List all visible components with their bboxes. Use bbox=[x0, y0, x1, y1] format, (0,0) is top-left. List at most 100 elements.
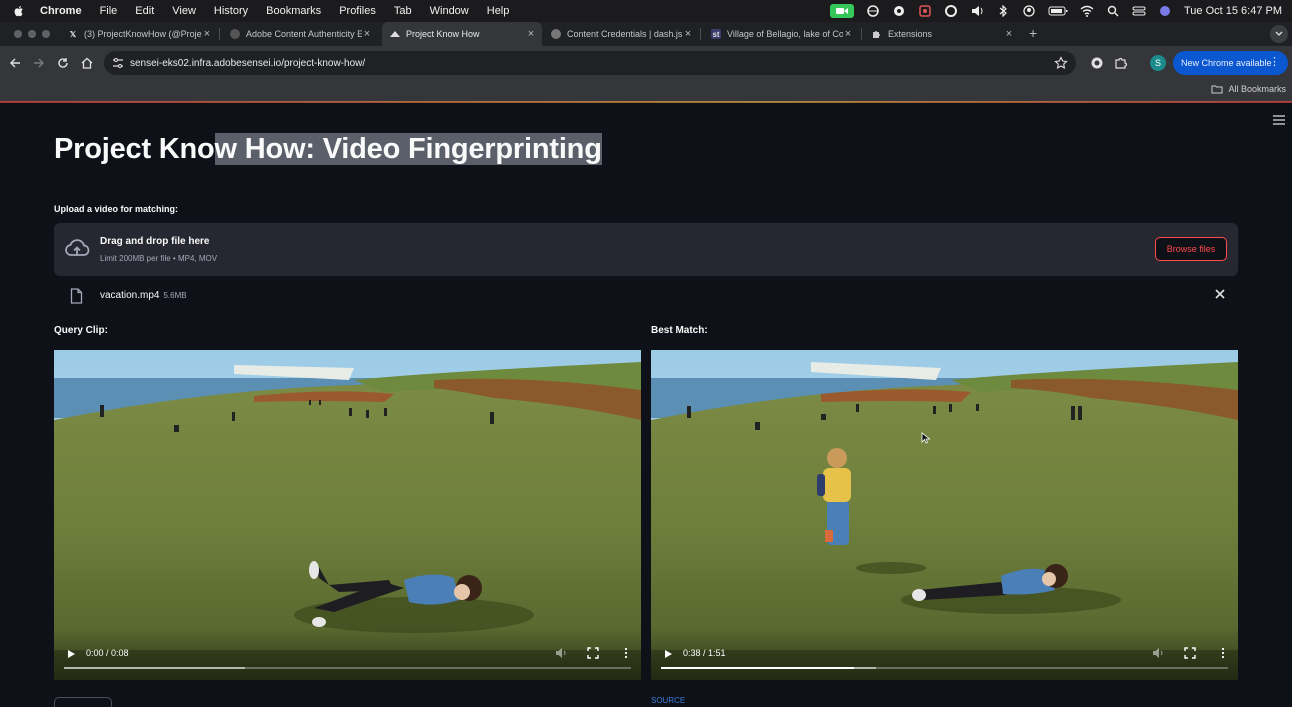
menu-help[interactable]: Help bbox=[487, 5, 510, 17]
facetime-camera-icon[interactable] bbox=[829, 4, 854, 18]
control-center-icon[interactable] bbox=[1132, 5, 1146, 17]
window-close-button[interactable] bbox=[14, 30, 22, 38]
partially-visible-button[interactable] bbox=[54, 697, 112, 707]
source-link[interactable]: SOURCE bbox=[651, 696, 685, 705]
fullscreen-icon[interactable] bbox=[1184, 647, 1196, 659]
menu-profiles[interactable]: Profiles bbox=[339, 5, 376, 17]
more-options-icon[interactable] bbox=[1220, 647, 1226, 659]
tab-title: Extensions bbox=[888, 29, 933, 39]
more-options-icon[interactable] bbox=[623, 647, 629, 659]
user-account-icon[interactable] bbox=[1022, 5, 1036, 17]
mouse-cursor-icon bbox=[921, 432, 931, 444]
menu-window[interactable]: Window bbox=[430, 5, 469, 17]
tab-close-icon[interactable]: × bbox=[683, 28, 693, 40]
volume-muted-icon[interactable] bbox=[555, 647, 567, 659]
forward-arrow-icon[interactable] bbox=[32, 56, 46, 70]
tab-close-icon[interactable]: × bbox=[202, 28, 212, 40]
menu-tab[interactable]: Tab bbox=[394, 5, 412, 17]
remove-file-close-icon[interactable] bbox=[1214, 288, 1226, 300]
status-globe-icon[interactable] bbox=[866, 5, 880, 17]
file-document-icon bbox=[70, 288, 83, 304]
menu-history[interactable]: History bbox=[214, 5, 248, 17]
best-match-label: Best Match: bbox=[651, 325, 708, 336]
uploaded-file-name: vacation.mp4 5.6MB bbox=[100, 290, 187, 301]
query-video-buffered bbox=[64, 667, 246, 669]
menubar-status-area: Tue Oct 15 6:47 PM bbox=[829, 0, 1282, 22]
tab-project-know-how[interactable]: Project Know How × bbox=[382, 22, 542, 46]
profile-avatar[interactable]: S bbox=[1150, 55, 1166, 71]
extension-g-icon[interactable] bbox=[1090, 56, 1104, 70]
window-minimize-button[interactable] bbox=[28, 30, 36, 38]
window-zoom-button[interactable] bbox=[42, 30, 50, 38]
best-match-video-progress-track[interactable] bbox=[661, 667, 1228, 669]
adobe-icon bbox=[230, 29, 240, 39]
status-grammarly-icon[interactable] bbox=[892, 5, 906, 17]
battery-icon[interactable] bbox=[1048, 5, 1068, 17]
all-bookmarks-label: All Bookmarks bbox=[1228, 84, 1286, 94]
tab-projectknowhow-x[interactable]: 𝕏 (3) ProjectKnowHow (@Proje × bbox=[60, 22, 218, 46]
tab-close-icon[interactable]: × bbox=[362, 28, 372, 40]
new-tab-plus-icon[interactable]: + bbox=[1029, 25, 1037, 41]
address-url[interactable]: sensei-eks02.infra.adobesensei.io/projec… bbox=[130, 58, 365, 69]
play-icon[interactable] bbox=[66, 649, 76, 659]
menu-file[interactable]: File bbox=[100, 5, 118, 17]
browse-files-button[interactable]: Browse files bbox=[1155, 237, 1227, 261]
query-video-controls: 0:00 / 0:08 bbox=[54, 628, 641, 680]
address-bar[interactable]: sensei-eks02.infra.adobesensei.io/projec… bbox=[104, 51, 1076, 75]
menubar-clock[interactable]: Tue Oct 15 6:47 PM bbox=[1184, 5, 1282, 17]
volume-muted-icon[interactable] bbox=[1152, 647, 1164, 659]
menu-edit[interactable]: Edit bbox=[135, 5, 154, 17]
volume-icon[interactable] bbox=[970, 5, 984, 17]
site-settings-icon[interactable] bbox=[112, 57, 124, 69]
tab-close-icon[interactable]: × bbox=[1004, 28, 1014, 40]
menu-app-name[interactable]: Chrome bbox=[40, 5, 82, 17]
tab-content-credentials-dashjs[interactable]: Content Credentials | dash.js × bbox=[543, 22, 699, 46]
all-bookmarks-button[interactable]: All Bookmarks bbox=[1211, 84, 1286, 94]
dropzone-instructions: Drag and drop file here bbox=[100, 236, 210, 247]
bookmark-star-icon[interactable] bbox=[1054, 56, 1068, 70]
file-size: 5.6MB bbox=[163, 291, 187, 300]
best-match-video-player[interactable]: 0:38 / 1:51 bbox=[651, 350, 1238, 680]
fullscreen-icon[interactable] bbox=[587, 647, 599, 659]
query-video-player[interactable]: 0:00 / 0:08 bbox=[54, 350, 641, 680]
status-shield-icon[interactable] bbox=[944, 5, 958, 17]
new-chrome-available-button[interactable]: New Chrome available ⋮ bbox=[1173, 51, 1288, 75]
best-match-video-time: 0:38 / 1:51 bbox=[683, 648, 726, 658]
query-video-time: 0:00 / 0:08 bbox=[86, 648, 129, 658]
tab-close-icon[interactable]: × bbox=[843, 28, 853, 40]
tab-close-icon[interactable]: × bbox=[526, 28, 536, 40]
site-icon: st bbox=[711, 29, 721, 39]
main-menu-hamburger-icon[interactable] bbox=[1273, 115, 1285, 125]
dropzone-limits: Limit 200MB per file • MP4, MOV bbox=[100, 254, 218, 263]
status-record-icon[interactable] bbox=[918, 5, 932, 17]
bookmarks-bar: All Bookmarks bbox=[0, 80, 1292, 102]
menu-bookmarks[interactable]: Bookmarks bbox=[266, 5, 321, 17]
uploaded-file-item: vacation.mp4 5.6MB bbox=[54, 286, 1238, 306]
page-title: Project Know How: Video Fingerprinting bbox=[54, 133, 602, 166]
extensions-puzzle-icon[interactable] bbox=[1114, 56, 1128, 70]
tab-search-chevron-icon[interactable] bbox=[1270, 25, 1288, 43]
menu-view[interactable]: View bbox=[172, 5, 196, 17]
more-vertical-icon[interactable]: ⋮ bbox=[1269, 55, 1280, 68]
wifi-icon[interactable] bbox=[1080, 5, 1094, 17]
home-icon[interactable] bbox=[80, 56, 94, 70]
browser-tab-strip: 𝕏 (3) ProjectKnowHow (@Proje × Adobe Con… bbox=[0, 22, 1292, 46]
siri-icon[interactable] bbox=[1158, 5, 1172, 17]
tab-extensions[interactable]: Extensions × bbox=[864, 22, 1020, 46]
tab-adobe-content-authenticity[interactable]: Adobe Content Authenticity E × bbox=[222, 22, 378, 46]
tab-title: Adobe Content Authenticity E bbox=[246, 29, 362, 39]
tab-title: (3) ProjectKnowHow (@Proje bbox=[84, 29, 202, 39]
file-dropzone[interactable]: Drag and drop file here Limit 200MB per … bbox=[54, 223, 1238, 276]
back-arrow-icon[interactable] bbox=[8, 56, 22, 70]
tab-village-of-bellagio[interactable]: st Village of Bellagio, lake of Co × bbox=[703, 22, 859, 46]
tab-title: Village of Bellagio, lake of Co bbox=[727, 29, 843, 39]
upload-label: Upload a video for matching: bbox=[54, 204, 179, 214]
spotlight-search-icon[interactable] bbox=[1106, 5, 1120, 17]
bluetooth-icon[interactable] bbox=[996, 5, 1010, 17]
page-title-selected-text: w How: Video Fingerprinting bbox=[214, 133, 602, 165]
streamlit-icon bbox=[390, 29, 400, 39]
play-icon[interactable] bbox=[663, 649, 673, 659]
reload-icon[interactable] bbox=[56, 56, 70, 70]
query-video-progress-track[interactable] bbox=[64, 667, 631, 669]
apple-logo-icon[interactable] bbox=[12, 4, 26, 18]
